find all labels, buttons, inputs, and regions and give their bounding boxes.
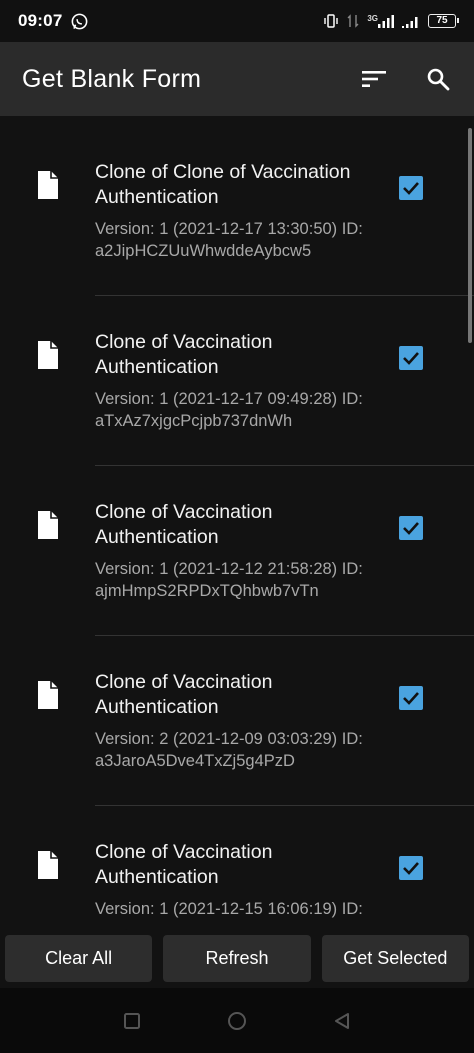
whatsapp-icon — [72, 13, 88, 29]
form-checkbox[interactable] — [399, 686, 423, 710]
form-version-id: Version: 1 (2021-12-17 09:49:28) ID: aTx… — [95, 390, 363, 430]
sort-icon — [362, 71, 386, 87]
form-checkbox[interactable] — [399, 856, 423, 880]
scrollbar[interactable] — [468, 128, 472, 343]
document-icon — [38, 851, 58, 879]
square-icon — [124, 1012, 141, 1029]
status-indicators: 3G 75 — [323, 13, 459, 28]
document-icon — [38, 341, 58, 369]
system-nav-bar — [0, 988, 474, 1053]
app-bar-actions — [360, 65, 452, 93]
document-icon — [38, 171, 58, 199]
bottom-actions: Clear All Refresh Get Selected — [0, 932, 474, 988]
checkmark-icon — [403, 692, 419, 705]
vibrate-icon — [324, 14, 339, 28]
form-checkbox[interactable] — [399, 516, 423, 540]
form-checkbox[interactable] — [399, 346, 423, 370]
form-version-id: Version: 1 (2021-12-15 16:06:19) ID: — [95, 900, 363, 918]
signal-icon-2 — [402, 16, 418, 28]
form-title: Clone of Vaccination Authentication — [95, 501, 273, 548]
form-title: Clone of Vaccination Authentication — [95, 331, 273, 378]
form-title: Clone of Clone of Vaccination Authentica… — [95, 161, 351, 208]
checkmark-icon — [403, 182, 419, 195]
status-time: 09:07 — [18, 11, 63, 30]
list-item[interactable]: Clone of Vaccination Authentication Vers… — [0, 806, 474, 932]
signal-icon — [378, 14, 394, 28]
list-item[interactable]: Clone of Vaccination Authentication Vers… — [0, 296, 474, 466]
list-item[interactable]: Clone of Vaccination Authentication Vers… — [0, 466, 474, 636]
list-item[interactable]: Clone of Clone of Vaccination Authentica… — [0, 126, 474, 296]
form-version-id: Version: 1 (2021-12-17 13:30:50) ID: a2J… — [95, 220, 363, 260]
document-icon — [38, 511, 58, 539]
form-title: Clone of Vaccination Authentication — [95, 841, 273, 888]
page-title: Get Blank Form — [22, 64, 202, 93]
checkmark-icon — [403, 522, 419, 535]
search-button[interactable] — [424, 65, 452, 93]
form-version-id: Version: 2 (2021-12-09 03:03:29) ID: a3J… — [95, 730, 363, 770]
form-checkbox[interactable] — [399, 176, 423, 200]
list-item[interactable]: Clone of Vaccination Authentication Vers… — [0, 636, 474, 806]
battery-icon: 75 — [428, 14, 459, 28]
home-button[interactable] — [226, 1010, 248, 1032]
circle-icon — [227, 1011, 246, 1030]
recents-button[interactable] — [121, 1010, 143, 1032]
data-transfer-icon — [347, 14, 359, 28]
form-version-id: Version: 1 (2021-12-12 21:58:28) ID: ajm… — [95, 560, 363, 600]
network-type: 3G — [367, 13, 378, 23]
search-icon — [427, 68, 450, 91]
form-title: Clone of Vaccination Authentication — [95, 671, 273, 718]
back-button[interactable] — [331, 1010, 353, 1032]
checkmark-icon — [403, 352, 419, 365]
checkmark-icon — [403, 862, 419, 875]
refresh-button[interactable]: Refresh — [163, 935, 311, 982]
app-bar: Get Blank Form — [0, 42, 474, 116]
get-selected-button[interactable]: Get Selected — [321, 935, 469, 982]
status-bar: 09:07 3G 75 — [0, 0, 474, 42]
document-icon — [38, 681, 58, 709]
back-triangle-icon — [334, 1012, 349, 1029]
clear-all-button[interactable]: Clear All — [5, 935, 153, 982]
form-list[interactable]: Clone of Clone of Vaccination Authentica… — [0, 116, 474, 932]
sort-button[interactable] — [360, 65, 388, 93]
